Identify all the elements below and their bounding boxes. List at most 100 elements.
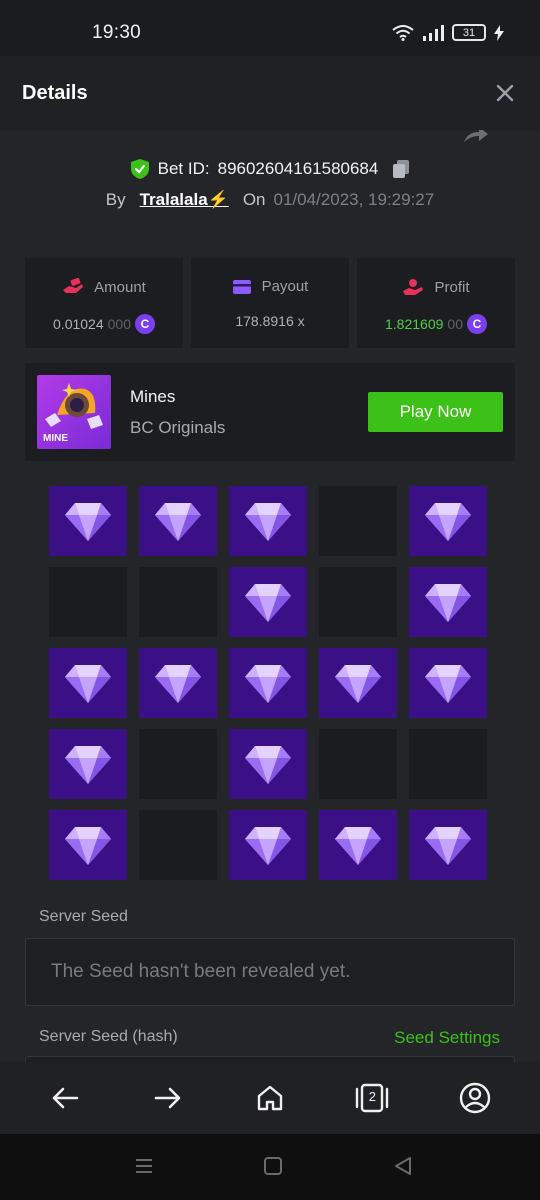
status-bar: 19:30 31 — [0, 0, 540, 56]
home-icon — [257, 1085, 283, 1111]
game-name: Mines — [130, 387, 176, 406]
profile-icon — [459, 1082, 490, 1114]
close-icon — [496, 84, 514, 102]
board-cell-gem — [49, 810, 127, 880]
server-seed-value: The Seed hasn't been revealed yet. — [51, 961, 351, 982]
game-card: MINE Mines BC Originals Play Now — [25, 363, 515, 461]
stat-amount: Amount 0.01024 000 C — [25, 258, 183, 348]
gem-icon — [425, 665, 471, 703]
board-cell-empty — [49, 567, 127, 637]
tabs-button[interactable]: 2 — [350, 1076, 394, 1120]
board-cell-gem — [229, 567, 307, 637]
charging-icon — [494, 24, 504, 41]
board-cell-gem — [139, 486, 217, 556]
details-content: Bet ID: 89602604161580684 By Tralalala⚡ … — [0, 130, 540, 1062]
browser-nav-bar: 2 — [0, 1062, 540, 1134]
bet-id-label: Bet ID: — [157, 159, 210, 178]
board-cell-gem — [319, 810, 397, 880]
coin-icon: C — [466, 314, 487, 334]
status-icons: 31 — [392, 24, 504, 41]
game-provider: BC Originals — [130, 418, 226, 437]
seed-settings-link[interactable]: Seed Settings — [394, 1028, 500, 1048]
gem-icon — [65, 665, 111, 703]
board-cell-gem — [49, 486, 127, 556]
back-button[interactable] — [43, 1076, 87, 1120]
gem-icon — [425, 827, 471, 865]
board-cell-gem — [229, 648, 307, 718]
gem-icon — [155, 665, 201, 703]
board-cell-empty — [409, 729, 487, 799]
stat-profit: Profit 1.821609 00 C — [357, 258, 515, 348]
board-cell-gem — [409, 567, 487, 637]
gem-icon — [155, 503, 201, 541]
battery-indicator: 31 — [452, 24, 486, 41]
gem-icon — [65, 827, 111, 865]
gem-icon — [245, 584, 291, 622]
forward-button[interactable] — [146, 1076, 190, 1120]
gem-icon — [425, 503, 471, 541]
arrow-right-icon — [154, 1087, 180, 1109]
board-cell-gem — [319, 648, 397, 718]
bet-id-row: Bet ID: 89602604161580684 — [0, 158, 540, 180]
coin-icon: C — [134, 314, 155, 334]
board-cell-empty — [139, 567, 217, 637]
wifi-icon — [392, 24, 414, 41]
profit-value: 1.821609 — [385, 316, 444, 332]
shield-check-icon — [130, 159, 149, 179]
back-triangle-icon[interactable] — [393, 1156, 413, 1176]
server-seed-hash-label: Server Seed (hash) — [39, 1028, 178, 1045]
board-cell-gem — [139, 648, 217, 718]
board-cell-gem — [229, 486, 307, 556]
by-label: By — [105, 190, 126, 209]
account-button[interactable] — [453, 1076, 497, 1120]
profit-value-faded: 00 — [447, 316, 463, 332]
payout-label: Payout — [261, 278, 309, 295]
board-cell-gem — [49, 648, 127, 718]
play-now-button[interactable]: Play Now — [368, 392, 503, 432]
gem-icon — [65, 503, 111, 541]
game-thumb-text: MINE — [43, 433, 68, 444]
board-cell-gem — [49, 729, 127, 799]
bet-date: 01/04/2023, 19:29:27 — [273, 190, 435, 209]
copy-icon[interactable] — [392, 159, 410, 179]
amount-label: Amount — [94, 278, 146, 296]
gem-icon — [245, 503, 291, 541]
details-header: Details — [0, 56, 540, 130]
signal-icon — [423, 24, 444, 41]
board-cell-gem — [409, 810, 487, 880]
card-icon — [232, 279, 251, 294]
gem-icon — [245, 665, 291, 703]
board-cell-empty — [139, 810, 217, 880]
status-time: 19:30 — [92, 22, 142, 43]
amount-value-faded: 000 — [107, 316, 131, 332]
payout-value: 178.8916 x — [235, 313, 305, 329]
amount-value: 0.01024 — [53, 316, 104, 332]
server-seed-field[interactable]: The Seed hasn't been revealed yet. — [25, 938, 515, 1006]
board-cell-gem — [229, 729, 307, 799]
close-button[interactable] — [492, 80, 518, 106]
gem-icon — [335, 665, 381, 703]
bet-stats: Amount 0.01024 000 C Payout 178.8916 x Pr… — [25, 258, 515, 348]
home-square-icon[interactable] — [263, 1156, 283, 1176]
home-button[interactable] — [248, 1076, 292, 1120]
recents-icon[interactable] — [134, 1156, 154, 1176]
on-label: On — [242, 190, 266, 209]
board-cell-gem — [409, 486, 487, 556]
gem-icon — [245, 827, 291, 865]
board-cell-gem — [409, 648, 487, 718]
server-seed-label: Server Seed — [39, 908, 128, 925]
money-hand-icon — [63, 278, 84, 293]
mines-board — [49, 486, 487, 880]
profit-hand-icon — [403, 279, 424, 295]
gem-icon — [335, 827, 381, 865]
gem-icon — [245, 746, 291, 784]
share-icon[interactable] — [462, 130, 490, 144]
gem-icon — [425, 584, 471, 622]
arrow-left-icon — [52, 1087, 79, 1109]
board-cell-empty — [319, 729, 397, 799]
username-link[interactable]: Tralalala⚡ — [140, 190, 229, 210]
game-thumbnail[interactable]: MINE — [37, 375, 111, 449]
bet-id-value: 89602604161580684 — [217, 159, 379, 178]
system-nav-bar — [0, 1134, 540, 1200]
page-title: Details — [22, 82, 88, 104]
